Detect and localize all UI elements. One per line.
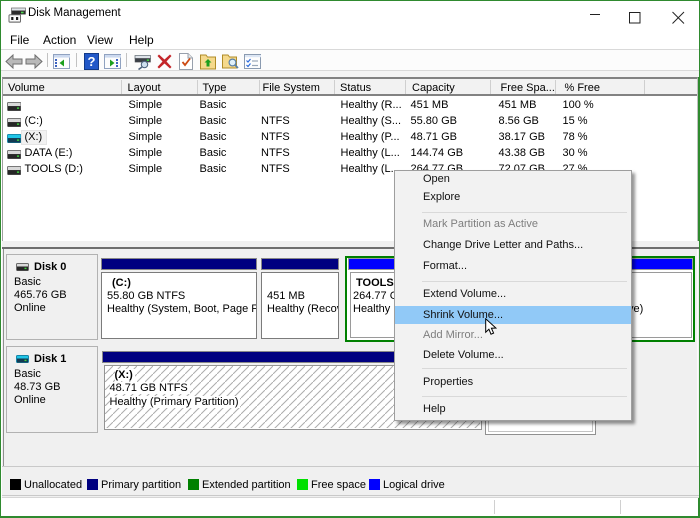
svg-text:?: ?: [88, 54, 96, 69]
